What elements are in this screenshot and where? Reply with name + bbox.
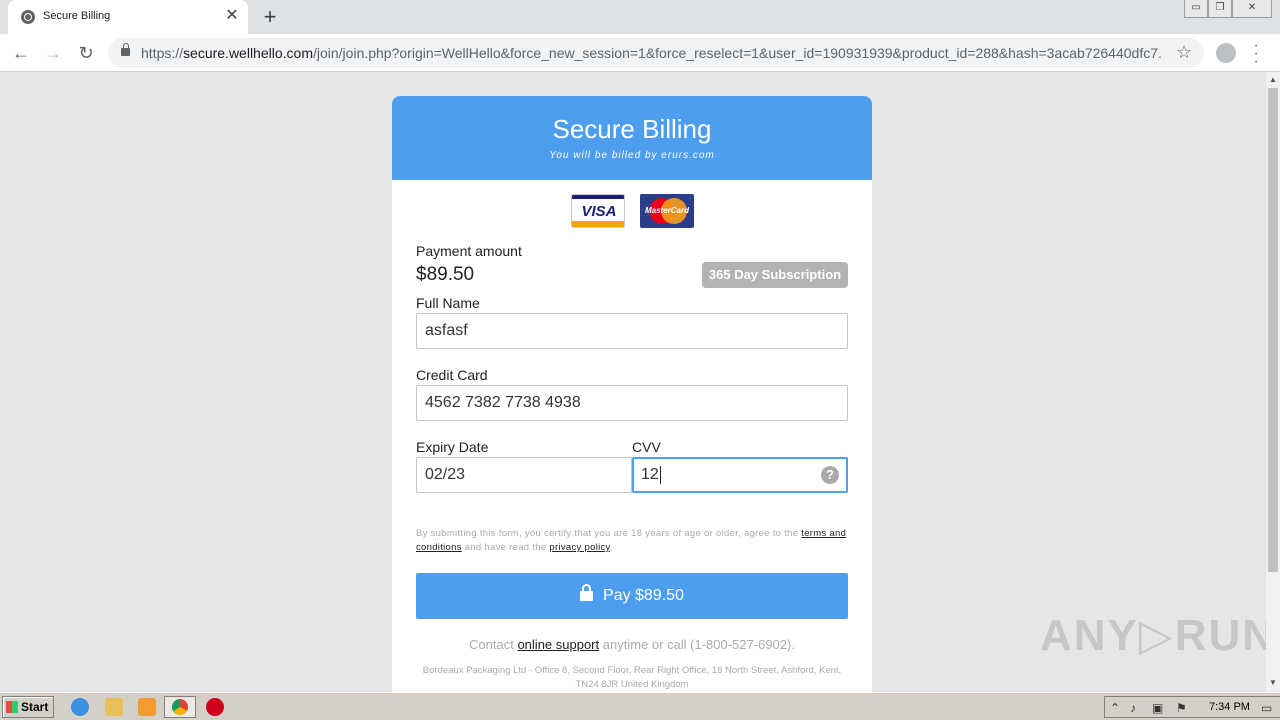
system-tray: ⌃ ♪ ▣ ⚑ 7:34 PM ▭ [1104,696,1280,718]
internet-explorer-icon[interactable] [71,698,89,716]
pay-button-label: Pay $89.50 [603,587,684,604]
scroll-up-icon[interactable]: ▲ [1269,75,1277,84]
bookmark-star-icon[interactable]: ☆ [1176,42,1192,63]
more-menu-icon[interactable]: · · · [1252,38,1260,70]
address-bar[interactable]: https://secure.wellhello.com/join/join.p… [108,38,1204,68]
clock[interactable]: 7:34 PM [1209,701,1250,713]
privacy-link[interactable]: privacy policy [549,542,610,553]
company-address: Bordeaux Packaging Ltd - Office 8, Secon… [422,665,842,690]
minimize-button[interactable]: ▭ [1184,0,1208,18]
new-tab-button[interactable]: + [258,5,282,29]
forward-arrow-icon[interactable]: → [41,41,65,65]
pay-button[interactable]: Pay $89.50 [416,573,848,619]
tray-expand-icon[interactable]: ⌃ [1110,701,1124,715]
taskbar: Start ⌃ ♪ ▣ ⚑ 7:34 PM ▭ [0,692,1280,720]
payment-amount-label: Payment amount [416,243,522,259]
contact-line: Contact online support anytime or call (… [469,637,795,652]
flag-icon[interactable]: ⚑ [1176,701,1190,715]
mastercard-logo: MasterCard [640,194,694,228]
volume-icon[interactable]: ♪ [1130,701,1144,715]
browser-toolbar: ← → ↻ https://secure.wellhello.com/join/… [0,34,1280,72]
text-caret [659,465,661,484]
billing-card: Secure Billing You will be billed by eru… [392,96,872,692]
profile-avatar-icon[interactable] [1216,43,1236,63]
billing-subtitle: You will be billed by erurs.com [549,150,715,161]
url-text[interactable]: https://secure.wellhello.com/join/join.p… [141,45,1161,61]
billing-header: Secure Billing You will be billed by eru… [392,96,872,180]
chrome-icon [172,699,188,715]
windows-logo-icon [6,701,18,713]
anyrun-watermark: ANY▷RUN [1040,611,1266,660]
tab-title: Secure Billing [43,10,111,22]
show-desktop-icon[interactable]: ▭ [1261,701,1275,715]
help-icon[interactable]: ? [821,466,839,484]
chrome-taskbar-button[interactable] [164,696,196,718]
browser-tab-bar: Secure Billing ✕ + ▭ ❐ ✕ [0,0,1280,34]
media-player-icon[interactable] [138,698,156,716]
scrollbar-thumb[interactable] [1268,88,1278,572]
full-name-field[interactable]: asfasf [416,313,848,349]
online-support-link[interactable]: online support [517,637,599,652]
expiry-date-label: Expiry Date [416,439,489,455]
cvv-label: CVV [632,439,661,455]
back-arrow-icon[interactable]: ← [9,41,33,65]
cvv-field[interactable]: 12 ? [632,457,848,493]
legal-notice: By submitting this form, you certify tha… [416,528,847,553]
restore-button[interactable]: ❐ [1208,0,1232,18]
stop-icon[interactable] [206,698,224,716]
network-icon[interactable]: ▣ [1152,701,1166,715]
credit-card-field[interactable]: 4562 7382 7738 4938 [416,385,848,421]
folder-icon[interactable] [105,698,123,716]
page-title: Secure Billing [552,114,712,144]
payment-amount: $89.50 [416,264,475,285]
page-scrollbar[interactable]: ▲ ▼ [1266,72,1280,692]
lock-icon [121,43,130,56]
globe-icon [21,10,35,24]
start-button[interactable]: Start [2,696,54,718]
visa-logo: VISA [571,194,625,228]
page-viewport: Secure Billing You will be billed by eru… [0,72,1266,692]
tab-close-icon[interactable]: ✕ [224,7,240,25]
expiry-date-field[interactable]: 02/23 [416,457,632,493]
browser-tab[interactable]: Secure Billing ✕ [8,0,248,34]
reload-icon[interactable]: ↻ [74,41,98,65]
full-name-label: Full Name [416,295,480,311]
padlock-icon [580,584,594,601]
subscription-badge: 365 Day Subscription [702,262,848,288]
close-window-button[interactable]: ✕ [1232,0,1272,18]
scroll-down-icon[interactable]: ▼ [1269,678,1277,687]
credit-card-label: Credit Card [416,367,488,383]
